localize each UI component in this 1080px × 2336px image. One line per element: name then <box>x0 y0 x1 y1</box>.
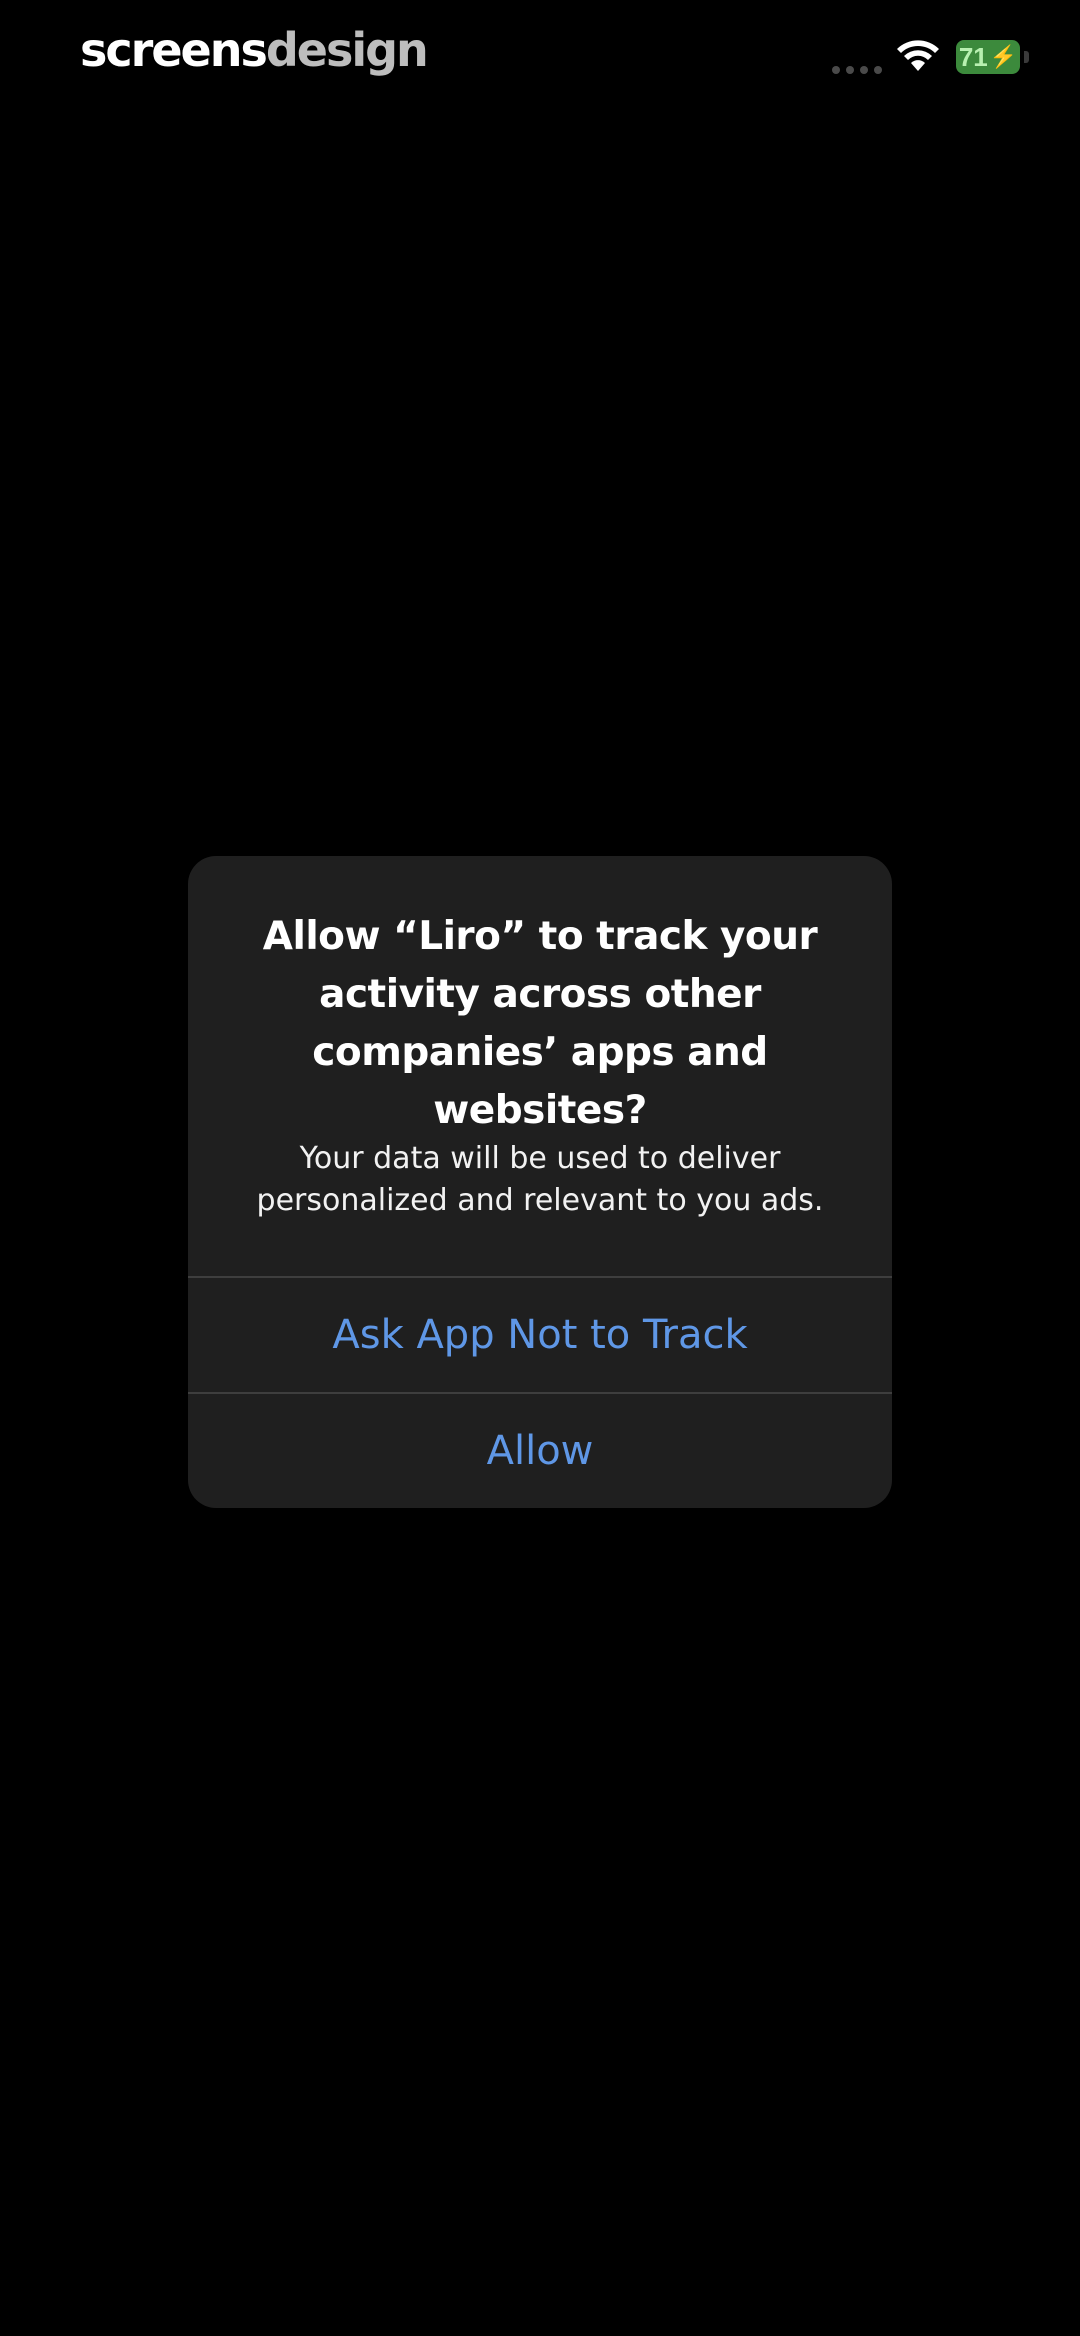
brand-part-1: screens <box>80 23 268 77</box>
ask-app-not-to-track-button[interactable]: Ask App Not to Track <box>188 1278 892 1392</box>
brand-watermark: screensdesign <box>80 20 429 80</box>
wifi-icon <box>897 40 939 71</box>
alert-message: Your data will be used to deliver person… <box>256 1141 824 1218</box>
brand-part-2: design <box>265 23 429 77</box>
tracking-permission-alert: Allow “Liro” to track your activity acro… <box>188 856 892 1508</box>
allow-button[interactable]: Allow <box>188 1394 892 1508</box>
cellular-signal-icon <box>832 66 882 74</box>
status-bar: screensdesign 71 ⚡ <box>0 0 1080 110</box>
alert-title: Allow “Liro” to track your activity acro… <box>262 914 818 1133</box>
alert-body: Allow “Liro” to track your activity acro… <box>188 856 892 1276</box>
battery-level: 71 <box>958 41 988 72</box>
battery-indicator: 71 ⚡ <box>956 40 1029 74</box>
charging-bolt-icon: ⚡ <box>989 44 1018 69</box>
